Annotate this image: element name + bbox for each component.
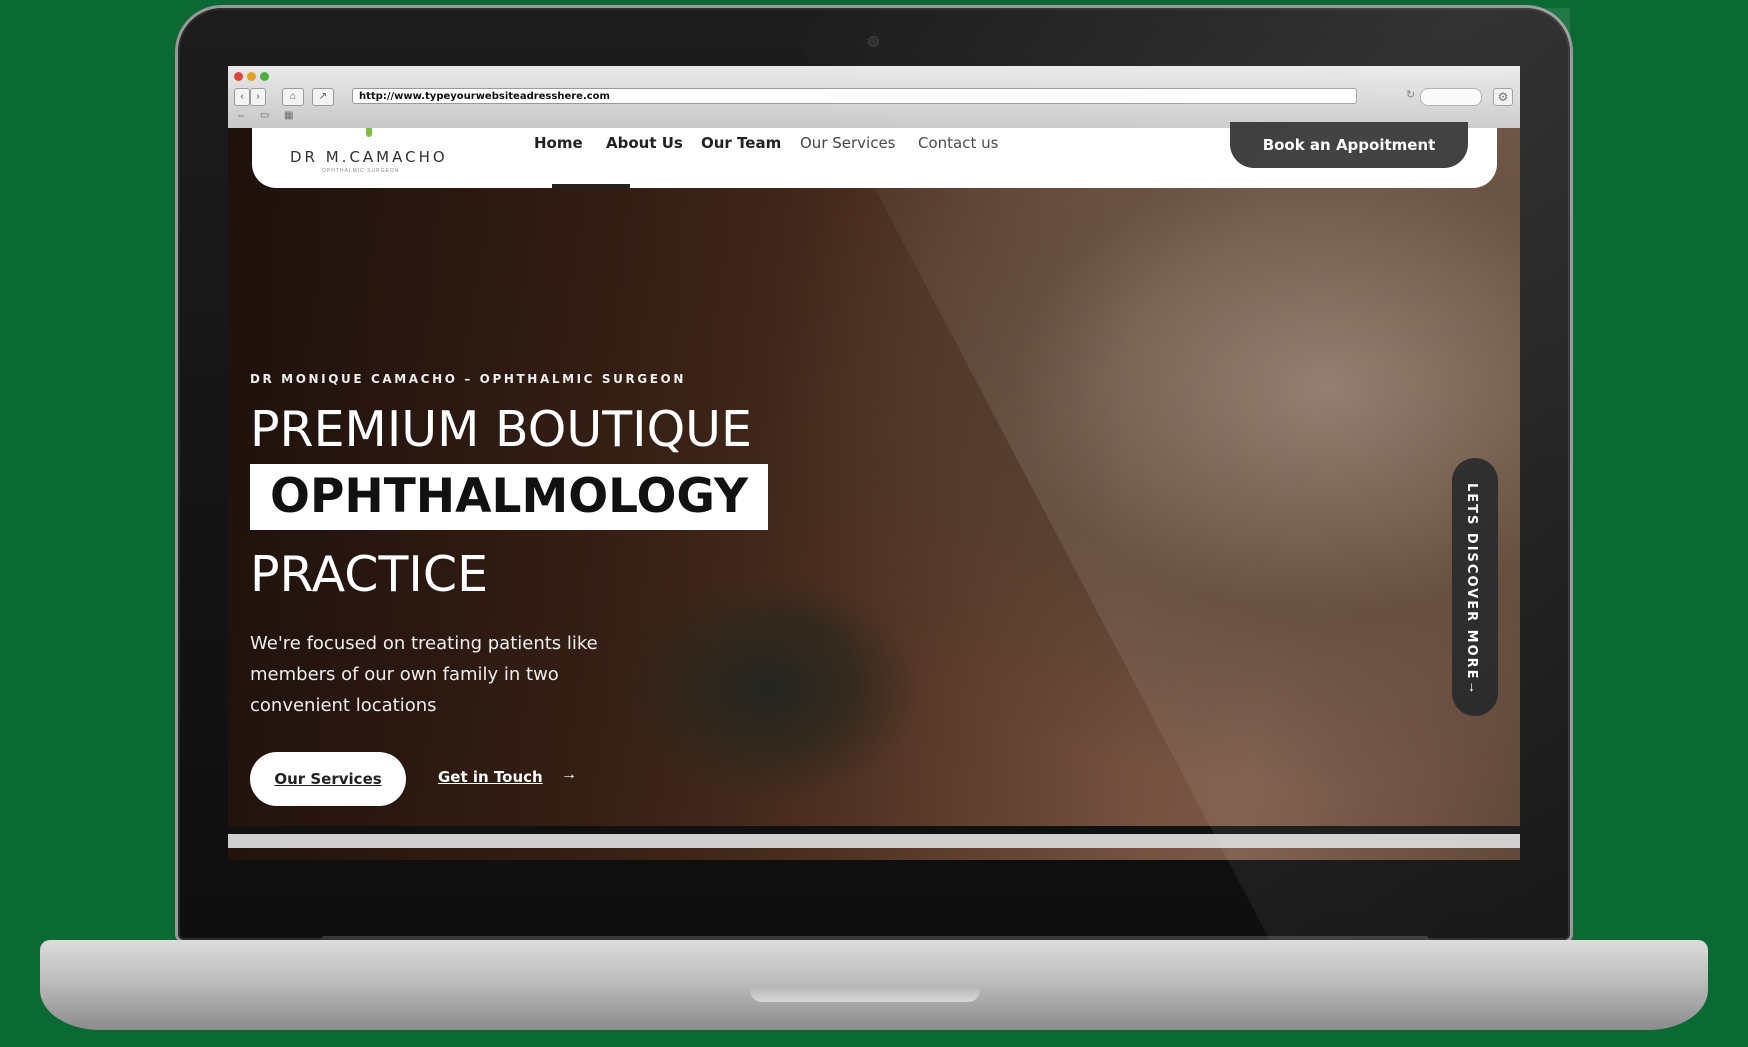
book-appointment-button[interactable]: Book an Appoitment	[1230, 122, 1468, 168]
get-in-touch-link[interactable]: Get in Touch	[438, 768, 543, 786]
share-icon[interactable]: ↗	[312, 88, 334, 106]
camera-icon	[868, 36, 879, 47]
laptop-base	[40, 940, 1708, 1030]
nav-contact[interactable]: Contact us	[918, 134, 998, 152]
home-icon[interactable]: ⌂	[282, 88, 304, 106]
browser-search-input[interactable]	[1420, 88, 1482, 106]
hero-title-line3: PRACTICE	[250, 546, 489, 603]
site-logo-subtitle: OPHTHALMIC SURGEON	[322, 168, 400, 174]
laptop-screen: ‹ › ⌂ ↗ http://www.typeyourwebsiteadress…	[228, 66, 1520, 860]
website-page: DR M.CAMACHO OPHTHALMIC SURGEON Home Abo…	[228, 122, 1520, 860]
nav-team[interactable]: Our Team	[701, 134, 781, 152]
browser-chrome: ‹ › ⌂ ↗ http://www.typeyourwebsiteadress…	[228, 66, 1520, 129]
logo-leaf-icon	[366, 128, 372, 137]
nav-home[interactable]: Home	[534, 134, 583, 152]
laptop-notch	[750, 988, 980, 1002]
hero-description: We're focused on treating patients like …	[250, 633, 598, 716]
hero-title-line1: PREMIUM BOUTIQUE	[250, 401, 752, 458]
horizontal-scrollbar[interactable]	[228, 834, 1520, 848]
window-controls	[234, 72, 269, 81]
reader-icon[interactable]: ⇔	[236, 110, 246, 121]
reload-icon[interactable]: ↻	[1406, 88, 1415, 101]
back-arrow-icon[interactable]: ‹	[234, 88, 250, 106]
nav-active-indicator	[552, 184, 630, 188]
maximize-window-button[interactable]	[260, 72, 269, 81]
address-bar[interactable]: http://www.typeyourwebsiteadresshere.com	[352, 88, 1357, 104]
hero-title-highlight: OPHTHALMOLOGY	[250, 464, 768, 530]
forward-arrow-icon[interactable]: ›	[250, 88, 266, 106]
grid-icon[interactable]: ▦	[284, 110, 293, 121]
site-navbar: DR M.CAMACHO OPHTHALMIC SURGEON Home Abo…	[252, 122, 1497, 188]
bookmarks-icon[interactable]: ▭	[260, 110, 269, 121]
nav-services[interactable]: Our Services	[800, 134, 896, 152]
hero-eyebrow: DR MONIQUE CAMACHO – OPHTHALMIC SURGEON	[250, 372, 686, 386]
minimize-window-button[interactable]	[247, 72, 256, 81]
site-logo[interactable]: DR M.CAMACHO	[290, 148, 448, 166]
arrow-right-icon[interactable]: →	[561, 766, 577, 784]
page-bottom-edge	[228, 826, 1520, 834]
our-services-button[interactable]: Our Services	[250, 752, 406, 806]
arrow-down-icon[interactable]: ↓	[1468, 678, 1475, 694]
gear-icon[interactable]: ⚙	[1493, 88, 1513, 106]
close-window-button[interactable]	[234, 72, 243, 81]
discover-more-label[interactable]: LETS DISCOVER MORE	[1464, 483, 1479, 681]
nav-about[interactable]: About Us	[606, 134, 683, 152]
